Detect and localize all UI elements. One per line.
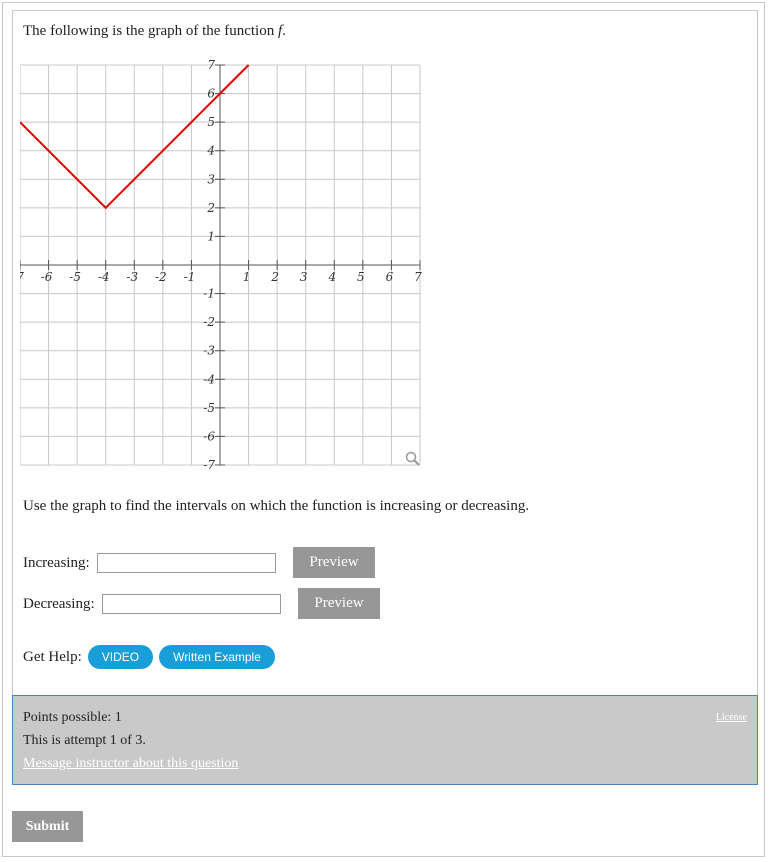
x-tick-label: -7 [20, 270, 24, 284]
y-tick-label: 7 [207, 60, 215, 72]
increasing-label: Increasing: [23, 554, 90, 571]
attempt-info: This is attempt 1 of 3. [23, 733, 146, 748]
x-tick-label: 2 [270, 270, 279, 284]
instruction-text: Use the graph to find the intervals on w… [23, 498, 530, 514]
x-tick-label: 5 [357, 270, 365, 284]
x-tick-label: -1 [184, 270, 196, 284]
x-tick-label: -6 [41, 270, 53, 284]
y-tick-label: 5 [207, 115, 215, 129]
question-footer: Points possible: 1 This is attempt 1 of … [12, 695, 758, 785]
get-help-row: Get Help: VIDEO Written Example [23, 645, 275, 669]
message-instructor-link[interactable]: Message instructor about this question [23, 756, 238, 772]
decreasing-row: Decreasing: [23, 594, 281, 614]
y-tick-label: 4 [206, 144, 215, 158]
y-tick-label: -3 [203, 344, 215, 358]
magnifier-icon[interactable] [405, 451, 420, 466]
license-link[interactable]: License [716, 712, 747, 723]
y-tick-label: 2 [206, 201, 215, 215]
y-tick-label: 1 [207, 229, 215, 243]
x-tick-label: 7 [414, 270, 422, 284]
get-help-label: Get Help: [23, 648, 82, 665]
x-tick-label: -2 [155, 270, 167, 284]
decreasing-input[interactable] [101, 594, 281, 614]
y-tick-label: -2 [203, 315, 215, 329]
x-tick-label: -4 [98, 270, 110, 284]
y-tick-label: -7 [203, 458, 215, 470]
y-tick-label: -6 [203, 429, 215, 443]
x-tick-label: -3 [126, 270, 138, 284]
question-prompt: The following is the graph of the functi… [23, 23, 286, 40]
video-button[interactable]: VIDEO [87, 645, 154, 669]
y-tick-label: -5 [203, 401, 215, 415]
points-possible: Points possible: 1 [23, 710, 122, 725]
increasing-input[interactable] [96, 553, 276, 573]
y-tick-label: -1 [203, 287, 215, 301]
prompt-end: . [282, 23, 286, 39]
decreasing-preview-button[interactable]: Preview [298, 588, 380, 619]
function-graph[interactable]: -7 -6 -5 -4 -3 -2 -1 1 2 3 4 5 6 7 -7 -6 -5 -4 -3 -2 -1 1 2 3 4 5… [20, 60, 430, 470]
x-tick-label: 4 [327, 270, 336, 284]
y-tick-label: -4 [203, 372, 215, 386]
increasing-preview-button[interactable]: Preview [293, 547, 375, 578]
x-tick-label: -5 [69, 270, 81, 284]
written-example-button[interactable]: Written Example [159, 645, 275, 669]
x-tick-label: 1 [243, 270, 251, 284]
submit-button[interactable]: Submit [12, 811, 83, 842]
y-tick-label: 3 [207, 172, 215, 186]
x-tick-label: 3 [300, 270, 308, 284]
decreasing-label: Decreasing: [23, 595, 95, 612]
x-tick-label: 6 [386, 270, 394, 284]
increasing-row: Increasing: [23, 553, 276, 573]
prompt-text: The following is the graph of the functi… [23, 23, 278, 39]
